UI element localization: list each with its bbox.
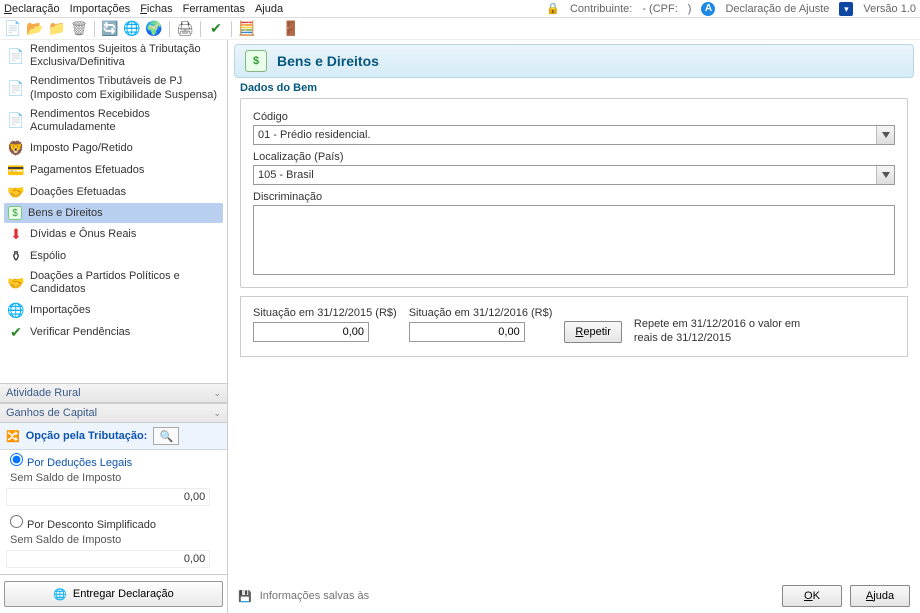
nav-import[interactable]: 🌐Importações	[4, 300, 223, 322]
nav-list: 📄Rendimentos Sujeitos à Tributação Exclu…	[0, 40, 227, 383]
folder-icon[interactable]: 📁	[48, 20, 66, 38]
globe-export-icon[interactable]: 🌍	[145, 20, 163, 38]
tax-option-label: Opção pela Tributação:	[26, 430, 148, 442]
nav-bens-direitos[interactable]: $Bens e Direitos	[4, 203, 223, 223]
nav-pagamentos[interactable]: 💳Pagamentos Efetuados	[4, 159, 223, 181]
main-menu: Declaração Importações Fichas Ferramenta…	[4, 3, 283, 15]
search-icon: 🔍	[159, 430, 173, 443]
open-icon[interactable]: 📂	[26, 20, 44, 38]
page-header: $ Bens e Direitos	[234, 44, 914, 78]
doc-icon: 📄	[8, 113, 24, 129]
nav-rend-exclusiva[interactable]: 📄Rendimentos Sujeitos à Tributação Exclu…	[4, 40, 223, 72]
lion-icon: 🦁	[8, 140, 24, 156]
sit2015-input[interactable]	[253, 322, 369, 342]
ajuda-button[interactable]: Ajuda	[850, 585, 910, 607]
doc-icon: 📄	[8, 48, 24, 64]
coffin-icon: ⚱	[8, 248, 24, 264]
nav-dividas[interactable]: ⬇Dívidas e Ônus Reais	[4, 223, 223, 245]
nav-doacoes-partidos[interactable]: 🤝Doações a Partidos Políticos e Candidat…	[4, 267, 223, 299]
nav-imposto-pago[interactable]: 🦁Imposto Pago/Retido	[4, 137, 223, 159]
page-title: Bens e Direitos	[277, 53, 379, 69]
sit2015-label: Situação em 31/12/2015 (R$)	[253, 307, 397, 319]
refresh-icon[interactable]: 🔄	[101, 20, 119, 38]
panel-ganhos-capital[interactable]: Ganhos de Capital⌄	[0, 403, 227, 423]
menu-declaracao[interactable]: Declaração	[4, 3, 60, 15]
nav-doacoes[interactable]: 🤝Doações Efetuadas	[4, 181, 223, 203]
dollar-icon: $	[8, 206, 22, 220]
chevron-down-icon[interactable]	[876, 166, 894, 184]
new-icon[interactable]: 📄	[4, 20, 22, 38]
loc-select[interactable]: 105 - Brasil	[253, 165, 895, 185]
doc-icon: 📄	[8, 81, 24, 97]
valor-simpl: 0,00	[6, 550, 210, 568]
nav-rend-pj[interactable]: 📄Rendimentos Tributáveis de PJ (Imposto …	[4, 72, 223, 104]
down-arrow-icon: ⬇	[8, 226, 24, 242]
ok-button[interactable]: OK	[782, 585, 842, 607]
versao-label: Versão 1.0	[863, 3, 916, 15]
radio-deducoes-legais[interactable]: Por Deduções Legais	[0, 450, 227, 472]
hands-icon: 🤝	[8, 275, 24, 291]
dollar-icon: $	[245, 50, 267, 72]
nav-rend-acum[interactable]: 📄Rendimentos Recebidos Acumuladamente	[4, 105, 223, 137]
lock-icon: 🔒	[546, 2, 560, 15]
decl-ajuste-label: Declaração de Ajuste	[725, 3, 829, 15]
saved-label: Informações salvas às	[260, 590, 369, 602]
toolbar: 📄 📂 📁 🗑 🔄 🌐 🌍 🖨 ✔ 🧮 🚪	[0, 18, 920, 40]
situacao-row: Situação em 31/12/2015 (R$) Situação em …	[240, 296, 908, 357]
nav-verificar[interactable]: ✔Verificar Pendências	[4, 322, 223, 344]
cpf-close: )	[688, 3, 692, 15]
check-icon: ✔	[8, 325, 24, 341]
cpf-label: - (CPF:	[642, 3, 677, 15]
menu-ferramentas[interactable]: Ferramentas	[183, 3, 245, 15]
repetir-button[interactable]: Repetir	[564, 321, 621, 343]
contribuinte-label: Contribuinte:	[570, 3, 632, 15]
card-icon: 💳	[8, 162, 24, 178]
entregar-declaracao-button[interactable]: 🌐 Entregar Declaração	[4, 581, 223, 607]
valor-deducoes: 0,00	[6, 488, 210, 506]
sem-saldo-1: Sem Saldo de Imposto	[0, 472, 227, 486]
tax-option-row: 🔀 Opção pela Tributação: 🔍	[0, 423, 227, 450]
globe-icon: 🌐	[8, 303, 24, 319]
sit2016-input[interactable]	[409, 322, 525, 342]
form-dados-bem: Código 01 - Prédio residencial. Localiza…	[240, 98, 908, 288]
sit2016-label: Situação em 31/12/2016 (R$)	[409, 307, 553, 319]
expand-icon[interactable]: ⌄	[213, 388, 221, 399]
codigo-label: Código	[253, 111, 895, 123]
radio-desconto-simpl[interactable]: Por Desconto Simplificado	[0, 512, 227, 534]
hands-icon: 🤝	[8, 184, 24, 200]
version-icon: ▾	[839, 2, 853, 16]
loc-label: Localização (País)	[253, 151, 895, 163]
menu-importacoes[interactable]: Importações	[70, 3, 131, 15]
print-icon[interactable]: 🖨	[176, 20, 194, 38]
discriminacao-textarea[interactable]	[253, 205, 895, 275]
globe-icon: 🌐	[53, 588, 67, 601]
menu-fichas[interactable]: Fichas	[140, 3, 172, 15]
discr-label: Discriminação	[253, 191, 895, 203]
calc-icon[interactable]: 🧮	[238, 20, 256, 38]
panel-atividade-rural[interactable]: Atividade Rural⌄	[0, 383, 227, 403]
section-title: Dados do Bem	[228, 82, 920, 98]
exit-icon[interactable]: 🚪	[282, 20, 300, 38]
menu-ajuda[interactable]: Ajuda	[255, 3, 283, 15]
swap-icon: 🔀	[6, 430, 20, 443]
ajuste-icon: A	[701, 2, 715, 16]
sem-saldo-2: Sem Saldo de Imposto	[0, 534, 227, 548]
codigo-select[interactable]: 01 - Prédio residencial.	[253, 125, 895, 145]
chevron-down-icon[interactable]	[876, 126, 894, 144]
expand-icon[interactable]: ⌄	[213, 408, 221, 419]
save-icon: 💾	[238, 590, 252, 603]
check-icon[interactable]: ✔	[207, 20, 225, 38]
search-button[interactable]: 🔍	[153, 427, 179, 445]
globe-import-icon[interactable]: 🌐	[123, 20, 141, 38]
repetir-hint: Repete em 31/12/2016 o valor em reais de…	[634, 307, 804, 346]
delete-icon[interactable]: 🗑	[70, 20, 88, 38]
nav-espolio[interactable]: ⚱Espólio	[4, 245, 223, 267]
